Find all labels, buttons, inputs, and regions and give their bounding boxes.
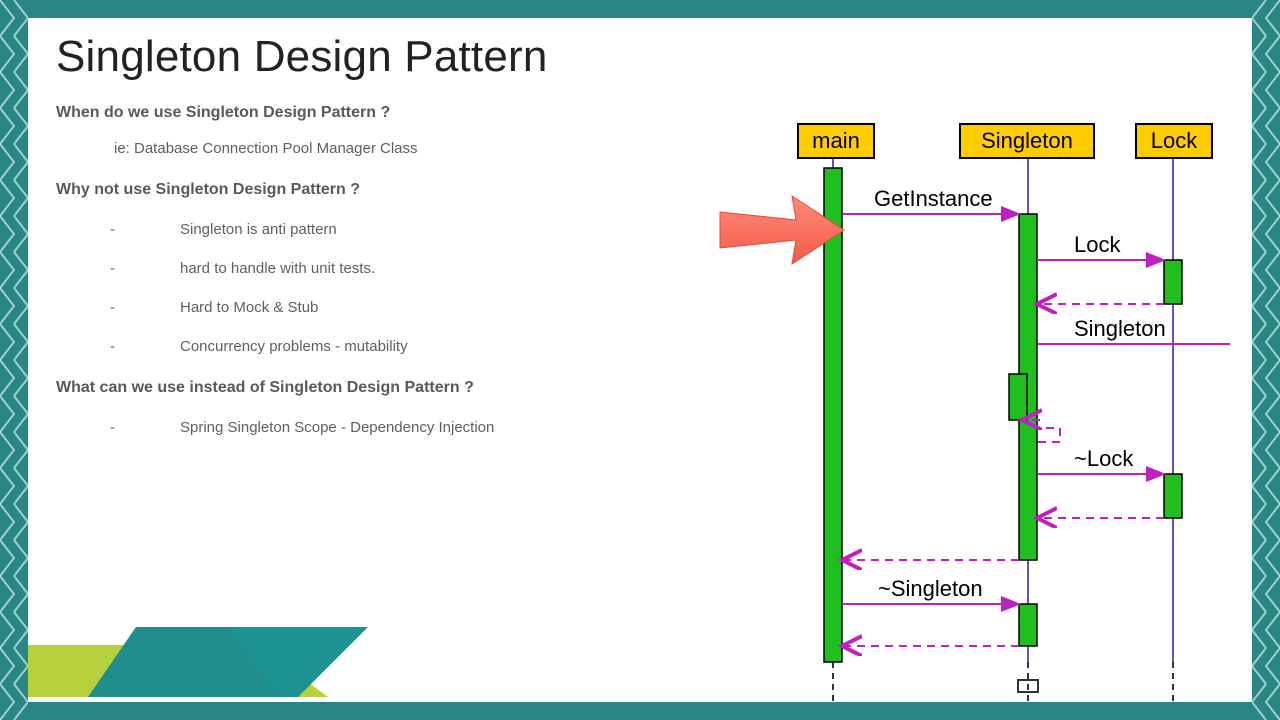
bullet-item: -Concurrency problems - mutability bbox=[110, 338, 713, 355]
bullet-text: Concurrency problems - mutability bbox=[180, 338, 408, 355]
msg-singleton: Singleton bbox=[1074, 316, 1166, 341]
corner-accent bbox=[28, 627, 368, 702]
participant-singleton: Singleton bbox=[981, 128, 1073, 153]
bullet-item: -Hard to Mock & Stub bbox=[110, 299, 713, 316]
question-when: When do we use Singleton Design Pattern … bbox=[56, 104, 713, 122]
question-why-not: Why not use Singleton Design Pattern ? bbox=[56, 181, 713, 199]
alt-list: -Spring Singleton Scope - Dependency Inj… bbox=[110, 419, 713, 436]
bullet-text: Singleton is anti pattern bbox=[180, 221, 337, 238]
bullet-text: Spring Singleton Scope - Dependency Inje… bbox=[180, 419, 494, 436]
chevron-border-right bbox=[1252, 0, 1280, 720]
pointer-arrow-icon bbox=[716, 190, 846, 273]
slide-text-column: When do we use Singleton Design Pattern … bbox=[56, 104, 713, 436]
msg-unlock: ~Lock bbox=[1074, 446, 1134, 471]
example-text: ie: Database Connection Pool Manager Cla… bbox=[114, 140, 713, 157]
bullet-item: -Singleton is anti pattern bbox=[110, 221, 713, 238]
bullet-list: -Singleton is anti pattern -hard to hand… bbox=[110, 221, 713, 355]
bullet-text: Hard to Mock & Stub bbox=[180, 299, 318, 316]
chevron-border-left bbox=[0, 0, 28, 720]
participant-lock: Lock bbox=[1151, 128, 1198, 153]
msg-getinstance: GetInstance bbox=[874, 186, 993, 211]
msg-lock: Lock bbox=[1074, 232, 1121, 257]
participant-main: main bbox=[812, 128, 860, 153]
msg-destroy-singleton: ~Singleton bbox=[878, 576, 983, 601]
bullet-item: -Spring Singleton Scope - Dependency Inj… bbox=[110, 419, 713, 436]
bullet-item: -hard to handle with unit tests. bbox=[110, 260, 713, 277]
question-instead: What can we use instead of Singleton Des… bbox=[56, 379, 713, 397]
slide: Singleton Design Pattern When do we use … bbox=[28, 18, 1252, 702]
slide-title: Singleton Design Pattern bbox=[56, 32, 1230, 82]
bullet-text: hard to handle with unit tests. bbox=[180, 260, 375, 277]
